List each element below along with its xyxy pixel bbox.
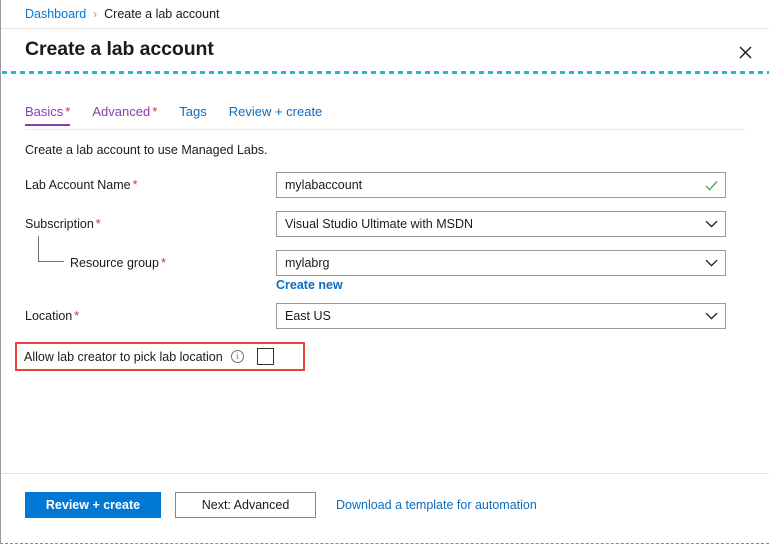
location-select[interactable]: East US [276, 303, 726, 329]
label-subscription-required: * [95, 217, 101, 231]
location-value: East US [285, 309, 331, 323]
chevron-down-icon [705, 212, 718, 236]
blade-footer: Review + create Next: Advanced Download … [1, 474, 769, 543]
control-location: East US [276, 303, 726, 329]
resource-group-select[interactable]: mylabrg [276, 250, 726, 276]
tab-review-create-label: Review + create [228, 104, 323, 119]
label-lab-account-name-text: Lab Account Name [25, 178, 131, 192]
subscription-select[interactable]: Visual Studio Ultimate with MSDN [276, 211, 726, 237]
label-location: Location * [25, 309, 79, 323]
tab-basics-label: Basics [25, 104, 64, 119]
field-row-lab-account-name: Lab Account Name * mylabaccount [1, 172, 769, 211]
lab-account-name-value: mylabaccount [285, 178, 363, 192]
download-template-link[interactable]: Download a template for automation [336, 492, 537, 518]
form-intro-text: Create a lab account to use Managed Labs… [25, 143, 268, 157]
create-lab-account-blade: Dashboard › Create a lab account Create … [0, 0, 769, 544]
blade-header: Create a lab account [1, 29, 769, 72]
review-create-button[interactable]: Review + create [25, 492, 161, 518]
label-lab-account-name: Lab Account Name * [25, 178, 138, 192]
lab-account-name-input[interactable]: mylabaccount [276, 172, 726, 198]
label-lab-account-name-required: * [132, 178, 138, 192]
tab-advanced[interactable]: Advanced * [92, 104, 169, 126]
info-icon[interactable]: i [230, 350, 244, 363]
label-subscription: Subscription * [25, 217, 101, 231]
tab-review-create[interactable]: Review + create [229, 104, 335, 126]
subscription-value: Visual Studio Ultimate with MSDN [285, 217, 474, 231]
tab-list: Basics * Advanced * Tags Review + create [25, 104, 344, 126]
chevron-down-icon [705, 251, 718, 275]
checkmark-icon [705, 173, 718, 197]
basics-form: Lab Account Name * mylabaccount Subscript… [1, 172, 769, 342]
tab-basics-required: * [65, 104, 71, 119]
resource-group-value: mylabrg [285, 256, 330, 270]
tab-advanced-label: Advanced [92, 104, 151, 119]
tab-tags[interactable]: Tags [179, 104, 218, 126]
page-title: Create a lab account [25, 38, 214, 60]
allow-lab-creator-location-label: Allow lab creator to pick lab location [24, 349, 223, 364]
tree-connector [38, 236, 64, 262]
create-new-resource-group-link[interactable]: Create new [276, 278, 343, 292]
field-row-location: Location * East US [1, 303, 769, 342]
tab-underline-divider [25, 129, 745, 130]
label-resource-group: Resource group * [70, 256, 166, 270]
tab-basics[interactable]: Basics * [25, 104, 82, 126]
breadcrumb-separator-icon: › [93, 7, 98, 21]
label-resource-group-text: Resource group [70, 256, 159, 270]
label-location-text: Location [25, 309, 73, 323]
allow-lab-creator-location-row: Allow lab creator to pick lab location i [15, 342, 305, 371]
control-lab-account-name: mylabaccount [276, 172, 726, 198]
field-row-resource-group: Resource group * mylabrg Create new [1, 236, 769, 303]
label-location-required: * [74, 309, 80, 323]
breadcrumb-link-dashboard[interactable]: Dashboard [25, 7, 86, 21]
tab-tags-label: Tags [179, 104, 207, 119]
control-subscription: Visual Studio Ultimate with MSDN [276, 211, 726, 237]
control-resource-group: mylabrg [276, 250, 726, 276]
tab-advanced-required: * [152, 104, 158, 119]
progress-divider [2, 71, 769, 74]
chevron-down-icon [705, 304, 718, 328]
allow-lab-creator-location-checkbox[interactable] [256, 348, 274, 365]
next-advanced-button[interactable]: Next: Advanced [175, 492, 316, 518]
breadcrumb: Dashboard › Create a lab account [1, 0, 769, 29]
breadcrumb-current: Create a lab account [104, 7, 220, 21]
field-row-subscription: Subscription * Visual Studio Ultimate wit… [1, 211, 769, 250]
label-subscription-text: Subscription [25, 217, 94, 231]
label-resource-group-required: * [160, 256, 166, 270]
close-icon[interactable] [731, 39, 759, 65]
